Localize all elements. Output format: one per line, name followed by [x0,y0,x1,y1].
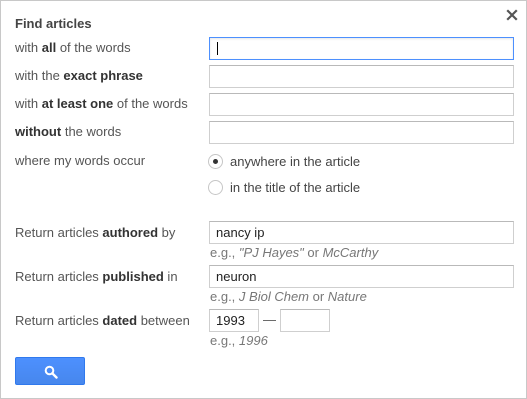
at-least-one-label: with at least one of the words [15,96,188,111]
search-icon [44,365,58,379]
hint-example: J Biol Chem [238,289,309,304]
text-cursor [217,42,218,55]
hint-text: or [303,245,323,260]
label-text: by [158,225,176,240]
publication-input[interactable] [209,265,514,288]
hint-text: e.g., [210,333,239,348]
label-text: Return articles [15,269,103,284]
author-input[interactable] [209,221,514,244]
hint-text: e.g., [210,245,239,260]
hint-text: e.g., [210,289,239,304]
close-icon [506,9,518,21]
label-text: of the words [113,96,188,111]
authored-label: Return articles authored by [15,225,175,240]
all-words-input[interactable] [209,37,514,60]
all-words-label: with all of the words [15,40,131,55]
without-words-label: without the words [15,124,121,139]
year-range-dash: — [263,312,276,327]
radio-anywhere[interactable]: anywhere in the article [208,152,360,170]
label-bold: all [41,40,57,55]
occur-label: where my words occur [15,153,146,168]
publication-hint: e.g., J Biol Chem or Nature [210,289,367,304]
author-hint: e.g., "PJ Hayes" or McCarthy [210,245,378,260]
label-text: with [15,40,42,55]
without-words-input[interactable] [209,121,514,144]
label-text: between [137,313,190,328]
label-bold: authored [102,225,159,240]
hint-example: 1996 [238,333,268,348]
label-bold: published [102,269,164,284]
year-from-input[interactable] [209,309,259,332]
year-hint: e.g., 1996 [210,333,268,348]
radio-label: anywhere in the article [230,153,361,169]
dialog-title: Find articles [15,16,92,31]
label-bold: exact phrase [63,68,143,83]
label-bold: without [15,124,62,139]
dated-label: Return articles dated between [15,313,190,328]
hint-text: or [309,289,328,304]
year-to-input[interactable] [280,309,330,332]
search-button[interactable] [15,357,85,385]
label-text: the words [61,124,122,139]
radio-label: in the title of the article [230,179,361,195]
label-bold: dated [102,313,138,328]
at-least-one-input[interactable] [209,93,514,116]
label-text: Return articles [15,225,103,240]
hint-example: Nature [327,289,367,304]
exact-phrase-label: with the exact phrase [15,68,143,83]
label-text: in [163,269,178,284]
hint-example: McCarthy [322,245,379,260]
radio-button[interactable] [208,179,223,195]
label-text: with [15,96,42,111]
radio-in-title[interactable]: in the title of the article [208,178,360,196]
hint-example: "PJ Hayes" [238,245,304,260]
exact-phrase-input[interactable] [209,65,514,88]
advanced-search-dialog: Find articles with all of the words with… [0,0,527,399]
radio-button-checked[interactable] [208,153,223,169]
close-button[interactable] [503,6,521,24]
label-text: Return articles [15,313,103,328]
label-text: with the [15,68,64,83]
published-label: Return articles published in [15,269,178,284]
label-text: of the words [56,40,131,55]
label-bold: at least one [41,96,114,111]
